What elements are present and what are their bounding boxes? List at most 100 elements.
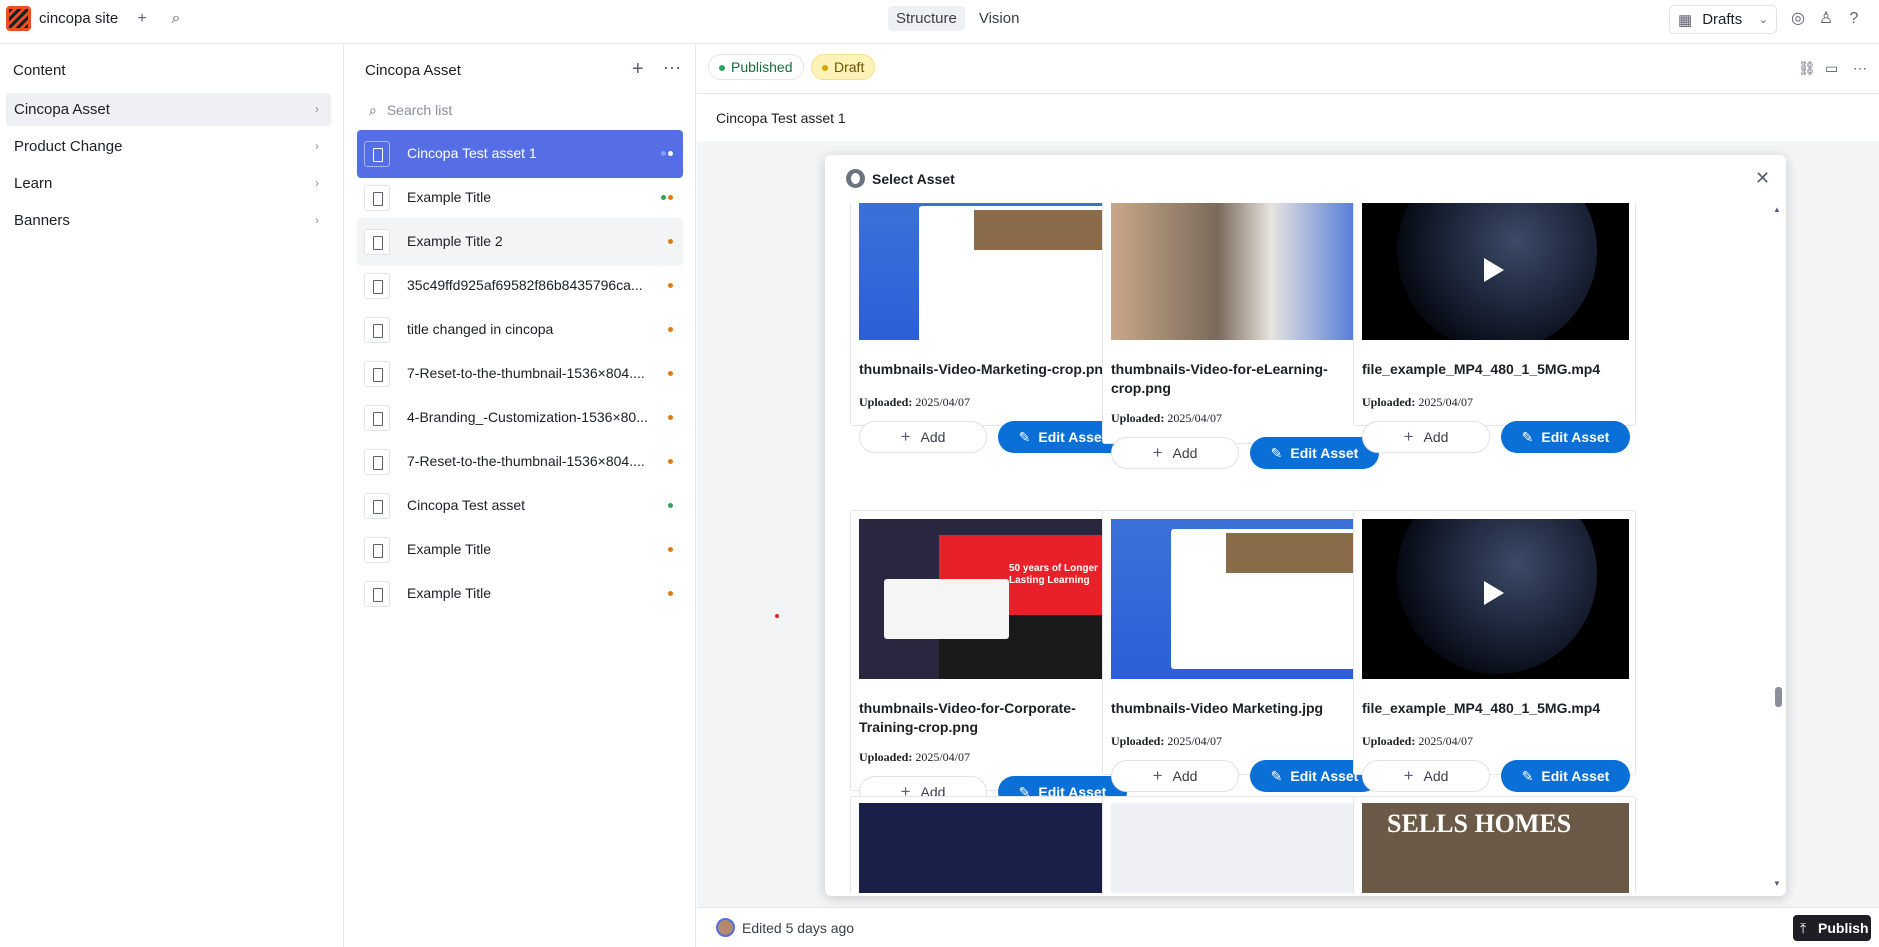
document-list-item[interactable]: 7-Reset-to-the-thumbnail-1536×804.... <box>357 438 683 486</box>
asset-card: SELLS HOMES <box>1353 796 1636 893</box>
add-asset-button[interactable]: Add <box>1111 760 1239 792</box>
asset-name: file_example_MP4_480_1_5MG.mp4 <box>1362 361 1601 377</box>
uploaded-value: 2025/04/07 <box>1167 734 1223 748</box>
document-list-item[interactable]: title changed in cincopa <box>357 306 683 354</box>
scrollbar-thumb[interactable] <box>1775 687 1782 707</box>
document-list-item[interactable]: 4-Branding_-Customization-1536×80... <box>357 394 683 442</box>
uploaded-value: 2025/04/07 <box>1167 411 1223 425</box>
upload-date: Uploaded: 2025/04/07 <box>859 750 970 765</box>
status-dots <box>668 327 673 332</box>
chevron-down-icon: ⌄ <box>1758 14 1768 26</box>
play-icon <box>1484 258 1504 282</box>
document-list-item[interactable]: Cincopa Test asset <box>357 482 683 530</box>
close-icon[interactable]: ✕ <box>1755 168 1770 189</box>
button-label: Edit Asset <box>1541 768 1610 784</box>
status-bar: Published Draft ⛓ ▭ ⋯ <box>697 44 1879 94</box>
asset-thumbnail[interactable] <box>1111 519 1378 679</box>
button-label: Add <box>1423 768 1449 784</box>
document-list-item[interactable]: Example Title <box>357 526 683 574</box>
status-dots <box>668 239 673 244</box>
play-icon <box>1484 581 1504 605</box>
asset-thumbnail[interactable]: 50 years of Longer Lasting Learning <box>859 519 1126 679</box>
search-placeholder: Search list <box>386 102 453 118</box>
asset-thumbnail[interactable]: SELLS HOMES <box>1362 803 1629 893</box>
tasks-icon[interactable]: ◎ <box>1788 9 1808 29</box>
document-list-pane: Cincopa Asset + ⋯ ⌕ Search list Cincopa … <box>345 44 696 947</box>
site-name[interactable]: cincopa site <box>39 10 118 27</box>
edit-asset-button[interactable]: Edit Asset <box>1501 421 1630 453</box>
button-label: Add <box>1423 429 1449 445</box>
scroll-down-icon[interactable]: ▼ <box>1773 879 1781 888</box>
tab-structure[interactable]: Structure <box>888 6 965 31</box>
status-dot <box>668 459 673 464</box>
scrollbar[interactable]: ▲ ▼ <box>1770 203 1784 891</box>
document-title: Example Title <box>407 585 492 601</box>
nav-item-banners[interactable]: Banners › <box>6 204 331 237</box>
nav-item-product-change[interactable]: Product Change › <box>6 130 331 163</box>
document-icon <box>364 581 390 607</box>
add-asset-button[interactable]: Add <box>1362 760 1490 792</box>
uploaded-label: Uploaded: <box>859 395 913 409</box>
dialog-title: Select Asset <box>872 171 955 187</box>
search-icon[interactable]: ⌕ <box>166 9 186 29</box>
asset-thumbnail[interactable] <box>859 203 1126 340</box>
nav-item-cincopa-asset[interactable]: Cincopa Asset › <box>6 93 331 126</box>
thumbnail-text: 50 years of Longer Lasting Learning <box>1009 563 1098 586</box>
document-list-item[interactable]: Example Title <box>357 570 683 618</box>
dialog-header: Select Asset ✕ <box>825 155 1786 203</box>
asset-name: thumbnails-Video-Marketing-crop.png <box>859 361 1112 377</box>
document-title: 7-Reset-to-the-thumbnail-1536×804.... <box>407 453 645 469</box>
document-list-item[interactable]: Example Title 2 <box>357 218 683 266</box>
status-dot <box>668 151 673 156</box>
document-title: Cincopa Test asset 1 <box>716 110 846 126</box>
status-dot <box>668 239 673 244</box>
document-list-item[interactable]: Cincopa Test asset 1 <box>357 130 683 178</box>
document-icon <box>364 449 390 475</box>
video-thumbnail[interactable] <box>1362 519 1629 679</box>
help-icon[interactable]: ? <box>1844 9 1864 29</box>
add-asset-button[interactable]: Add <box>859 421 987 453</box>
document-icon <box>364 141 390 167</box>
link-icon[interactable]: ⛓ <box>1798 60 1816 77</box>
asset-grid: thumbnails-Video-Marketing-crop.png Uploa… <box>825 203 1770 893</box>
search-input[interactable]: ⌕ Search list <box>363 95 679 125</box>
document-list-item[interactable]: 35c49ffd925af69582f86b8435796ca... <box>357 262 683 310</box>
document-icon <box>364 229 390 255</box>
video-thumbnail[interactable] <box>1362 203 1629 340</box>
document-list-item[interactable]: 7-Reset-to-the-thumbnail-1536×804.... <box>357 350 683 398</box>
editor-footer: Edited 5 days ago Publish <box>697 907 1879 947</box>
add-icon[interactable]: + <box>132 9 152 29</box>
scroll-up-icon[interactable]: ▲ <box>1773 205 1781 214</box>
site-logo-icon[interactable] <box>6 6 31 31</box>
more-options-icon[interactable]: ⋯ <box>663 58 682 79</box>
publish-button[interactable]: Publish <box>1793 915 1871 941</box>
uploaded-value: 2025/04/07 <box>915 750 971 764</box>
edit-asset-button[interactable]: Edit Asset <box>1501 760 1630 792</box>
comment-icon[interactable]: ▭ <box>1825 60 1838 77</box>
nav-item-learn[interactable]: Learn › <box>6 167 331 200</box>
add-asset-button[interactable]: Add <box>1362 421 1490 453</box>
more-options-icon[interactable]: ⋯ <box>1853 60 1867 77</box>
chevron-right-icon: › <box>315 213 319 227</box>
published-badge[interactable]: Published <box>708 54 804 80</box>
edit-asset-button[interactable]: Edit Asset <box>1250 437 1379 469</box>
document-list-item[interactable]: Example Title <box>357 174 683 222</box>
tab-vision[interactable]: Vision <box>971 6 1028 31</box>
create-document-icon[interactable]: + <box>632 58 644 81</box>
status-dots <box>661 151 673 156</box>
presence-icon[interactable]: ♙ <box>1816 9 1836 29</box>
nav-label: Product Change <box>14 138 123 155</box>
perspective-select[interactable]: ▦ Drafts ⌄ <box>1669 5 1777 34</box>
asset-card: thumbnails-Video-Marketing-crop.png Uploa… <box>850 203 1133 453</box>
asset-thumbnail[interactable] <box>1111 203 1378 340</box>
asset-thumbnail[interactable] <box>859 803 1126 893</box>
draft-badge[interactable]: Draft <box>811 54 876 80</box>
asset-card: file_example_MP4_480_1_5MG.mp4 Uploaded: … <box>1353 510 1636 792</box>
asset-thumbnail[interactable] <box>1111 803 1378 893</box>
uploaded-value: 2025/04/07 <box>1418 734 1474 748</box>
thumbnail-text: SELLS HOMES <box>1387 809 1572 838</box>
button-label: Edit Asset <box>1038 429 1107 445</box>
document-title: Example Title 2 <box>407 233 503 249</box>
asset-card <box>850 796 1133 893</box>
add-asset-button[interactable]: Add <box>1111 437 1239 469</box>
